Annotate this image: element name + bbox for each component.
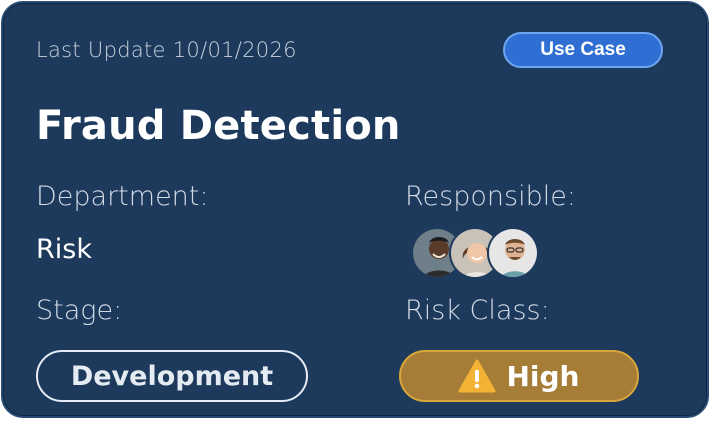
warning-icon [458, 359, 496, 393]
use-case-tag[interactable]: Use Case [503, 32, 663, 68]
responsible-avatars[interactable] [411, 227, 551, 281]
use-case-card[interactable]: Last Update 10/01/2026 Use Case Fraud De… [1, 1, 709, 418]
department-value: Risk [36, 234, 92, 265]
risk-class-label: Risk Class: [405, 295, 550, 326]
person-avatar-icon [489, 229, 537, 277]
stage-label: Stage: [36, 295, 123, 326]
responsible-label: Responsible: [405, 181, 576, 212]
card-title: Fraud Detection [36, 103, 401, 149]
risk-class-badge[interactable]: High [399, 350, 639, 402]
department-label: Department: [36, 181, 209, 212]
stage-value: Development [70, 360, 274, 392]
last-update-text: Last Update 10/01/2026 [36, 38, 297, 62]
avatar[interactable] [487, 227, 539, 279]
stage-badge[interactable]: Development [36, 350, 308, 402]
risk-class-value: High [506, 359, 580, 393]
